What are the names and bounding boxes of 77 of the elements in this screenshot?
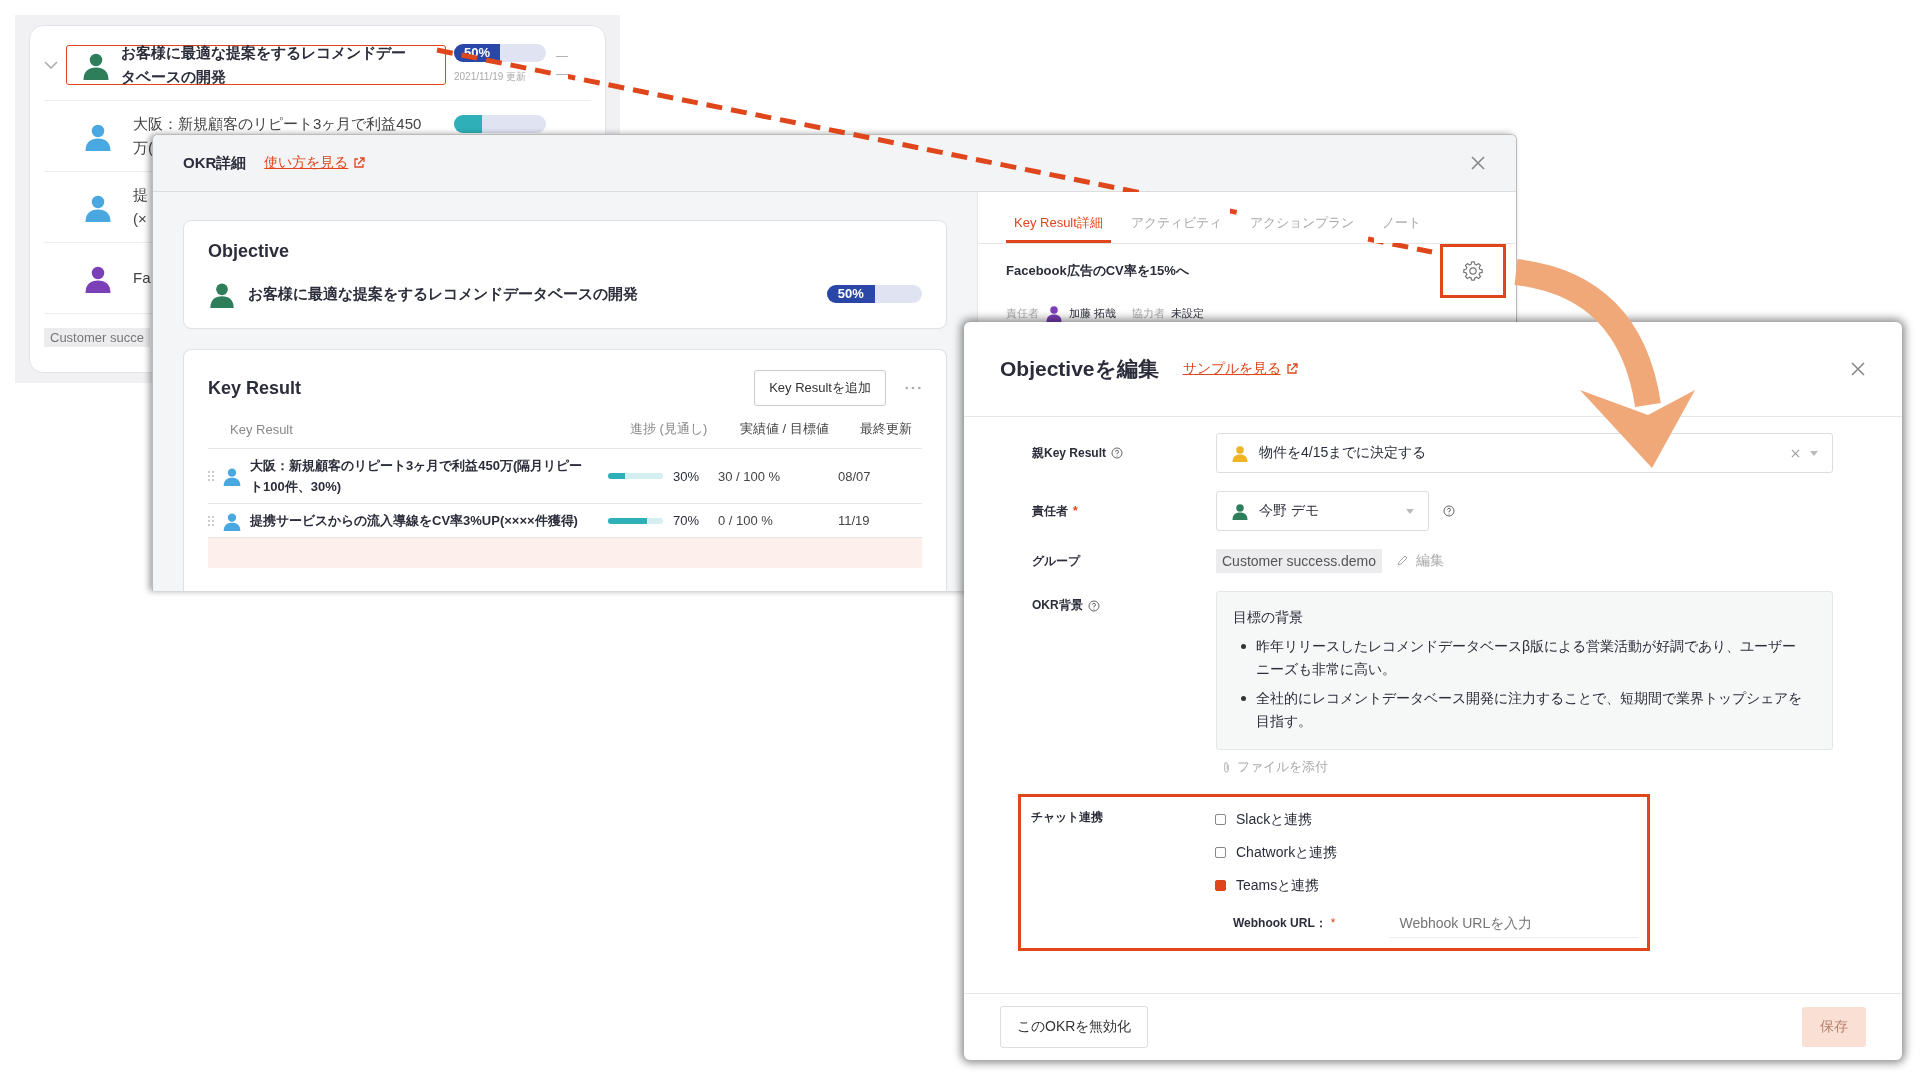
dialog-title: Objectiveを編集 <box>1000 356 1159 382</box>
field-label: 協力者 <box>1132 305 1166 321</box>
caret-icon <box>1406 508 1414 514</box>
external-link-icon[interactable] <box>353 157 366 169</box>
bullet-text: 昨年リリースしたレコメンドデータベースβ版による営業活動が好調であり、ユーザーニーズも非常に高い。 <box>1256 637 1798 679</box>
checkbox[interactable] <box>1215 814 1226 825</box>
settings-icon[interactable] <box>1462 260 1484 282</box>
dialog-title: OKR詳細 <box>183 153 247 173</box>
table-cell-text: 11/19 <box>838 513 871 528</box>
checkbox-option[interactable]: Teamsと連携 <box>1215 869 1647 902</box>
chevron-down-icon[interactable] <box>44 61 58 69</box>
collaborator-value: 未設定 <box>1171 305 1205 321</box>
objective-title[interactable]: 提 <box>133 183 148 207</box>
table-cell-text: 08/07 <box>838 468 872 484</box>
drag-handle-icon[interactable] <box>208 471 214 481</box>
text-heading: 目標の背景 <box>1233 608 1304 627</box>
help-icon[interactable] <box>1443 505 1455 517</box>
field-label: グループ <box>1032 552 1080 570</box>
key-result-title[interactable]: 提携サービスからの流入導線をCV率3%UP(××××件獲得) <box>250 510 578 531</box>
column-header: 進捗 (見通し) <box>630 420 709 438</box>
paperclip-icon[interactable] <box>1222 760 1231 774</box>
checkbox[interactable] <box>1215 880 1226 891</box>
close-icon[interactable] <box>1850 361 1866 377</box>
progress-value: 30% <box>673 468 700 484</box>
background-text-area[interactable]: 目標の背景 昨年リリースしたレコメンドデータベースβ版による営業活動が好調であり、ユーザーニーズも非常に高い。 全社的にレコメントデータベース開発に注力することで、短期間で業界トップシェアを目指す。 <box>1216 591 1833 750</box>
key-result-title: Facebook広告のCV率を15%へ <box>1006 262 1189 280</box>
bullet-text: 全社的にレコメントデータベース開発に注力することで、短期間で業界トップシェアを目指す。 <box>1256 689 1802 731</box>
group-tag: Customer succe <box>44 328 150 347</box>
caret-icon <box>1810 450 1818 456</box>
avatar-icon <box>1045 304 1063 322</box>
pencil-icon[interactable] <box>1396 555 1409 567</box>
field-label: チャット連携 <box>1031 809 1103 826</box>
column-header: Key Result <box>230 421 294 437</box>
help-icon[interactable] <box>1087 599 1100 612</box>
field-label: 親Key Result <box>1032 444 1107 462</box>
field-label: 責任者 <box>1006 305 1039 321</box>
objective-title[interactable]: (× <box>133 207 147 231</box>
sample-link[interactable]: サンプルを見る <box>1182 360 1281 378</box>
progress-value: 70% <box>673 513 700 528</box>
key-result-title[interactable]: 大阪：新規顧客のリピート3ヶ月で利益450万(隔月リピート100件、30%) <box>250 455 588 497</box>
checkbox-option[interactable]: Slackと連携 <box>1215 803 1647 836</box>
add-key-result-button[interactable]: Key Resultを追加 <box>754 370 886 406</box>
checkbox-option[interactable]: Chatworkと連携 <box>1215 836 1647 869</box>
column-header: 実績値 / 目標値 <box>740 420 830 438</box>
progress-bar <box>608 473 663 479</box>
table-cell-text: 30 / 100 % <box>718 468 782 484</box>
more-icon[interactable] <box>904 386 922 390</box>
objective-title[interactable]: Fa <box>133 266 151 290</box>
help-icon[interactable] <box>1111 447 1124 459</box>
help-link[interactable]: 使い方を見る <box>264 154 349 172</box>
clear-icon[interactable] <box>1791 448 1800 458</box>
section-heading: Objective <box>208 241 291 262</box>
field-label: Webhook URL： <box>1233 914 1327 932</box>
required-mark: * <box>1073 504 1078 518</box>
objective-title[interactable]: お客様に最適な提案をするレコメンドデー <box>121 41 406 65</box>
field-label: 責任者 <box>1032 502 1068 520</box>
objective-title: お客様に最適な提案をするレコメンドデータベースの開発 <box>248 284 638 304</box>
owner-select[interactable]: 今野 デモ <box>1216 491 1429 531</box>
drag-handle-icon[interactable] <box>208 515 214 526</box>
table-cell-text: 0 / 100 % <box>718 513 774 528</box>
objective-title[interactable]: 大阪：新規顧客のリピート3ヶ月で利益450 <box>133 112 422 136</box>
disable-okr-button[interactable]: このOKRを無効化 <box>1000 1006 1149 1048</box>
owner-name: 加藤 拓哉 <box>1069 305 1117 321</box>
parent-key-result-select[interactable]: 物件を4/15までに決定する <box>1216 433 1833 473</box>
required-mark: * <box>1330 916 1336 930</box>
column-header: 最終更新 <box>860 420 913 438</box>
progress-label: 50% <box>836 285 865 303</box>
objective-title[interactable]: 万( <box>133 136 153 160</box>
external-link-icon[interactable] <box>1285 363 1298 375</box>
close-icon[interactable] <box>1470 155 1486 171</box>
checkbox[interactable] <box>1215 847 1226 858</box>
field-label: OKR背景 <box>1032 597 1083 614</box>
group-tag: Customer success.demo <box>1216 549 1383 573</box>
section-heading: Key Result <box>208 377 302 399</box>
progress-bar <box>608 517 663 524</box>
objective-title[interactable]: タベースの開発 <box>121 65 226 89</box>
updated-date: 2021/11/19 更新 <box>454 70 527 84</box>
